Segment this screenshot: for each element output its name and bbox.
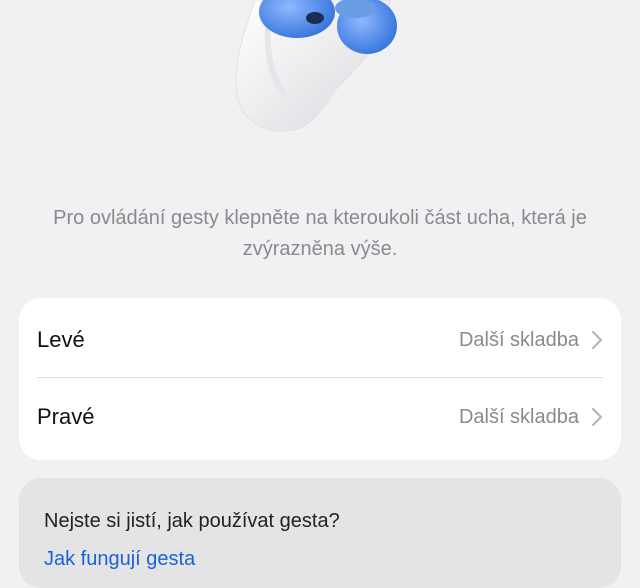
row-value: Další skladba — [458, 328, 579, 351]
row-value: Další skladba — [458, 405, 579, 428]
row-value-group: Další skladba — [459, 406, 603, 429]
row-value-group: Další skladba — [459, 329, 603, 352]
chevron-right-icon — [592, 331, 602, 349]
gesture-help-card: Nejste si jistí, jak používat gesta? Jak… — [19, 478, 621, 588]
gesture-settings-card: Levé Další skladba Pravé Další skladba — [19, 298, 621, 460]
ear-earbuds-illustration — [235, 0, 397, 132]
right-earbud-gesture-row[interactable]: Pravé Další skladba — [37, 377, 603, 457]
left-earbud-gesture-row[interactable]: Levé Další skladba — [37, 300, 603, 380]
help-question: Nejste si jistí, jak používat gesta? — [44, 510, 340, 532]
gesture-instruction-text: Pro ovládání gesty klepněte na kteroukol… — [53, 207, 587, 260]
chevron-right-icon — [592, 408, 602, 426]
row-label: Pravé — [37, 404, 95, 429]
row-label: Levé — [37, 327, 85, 352]
